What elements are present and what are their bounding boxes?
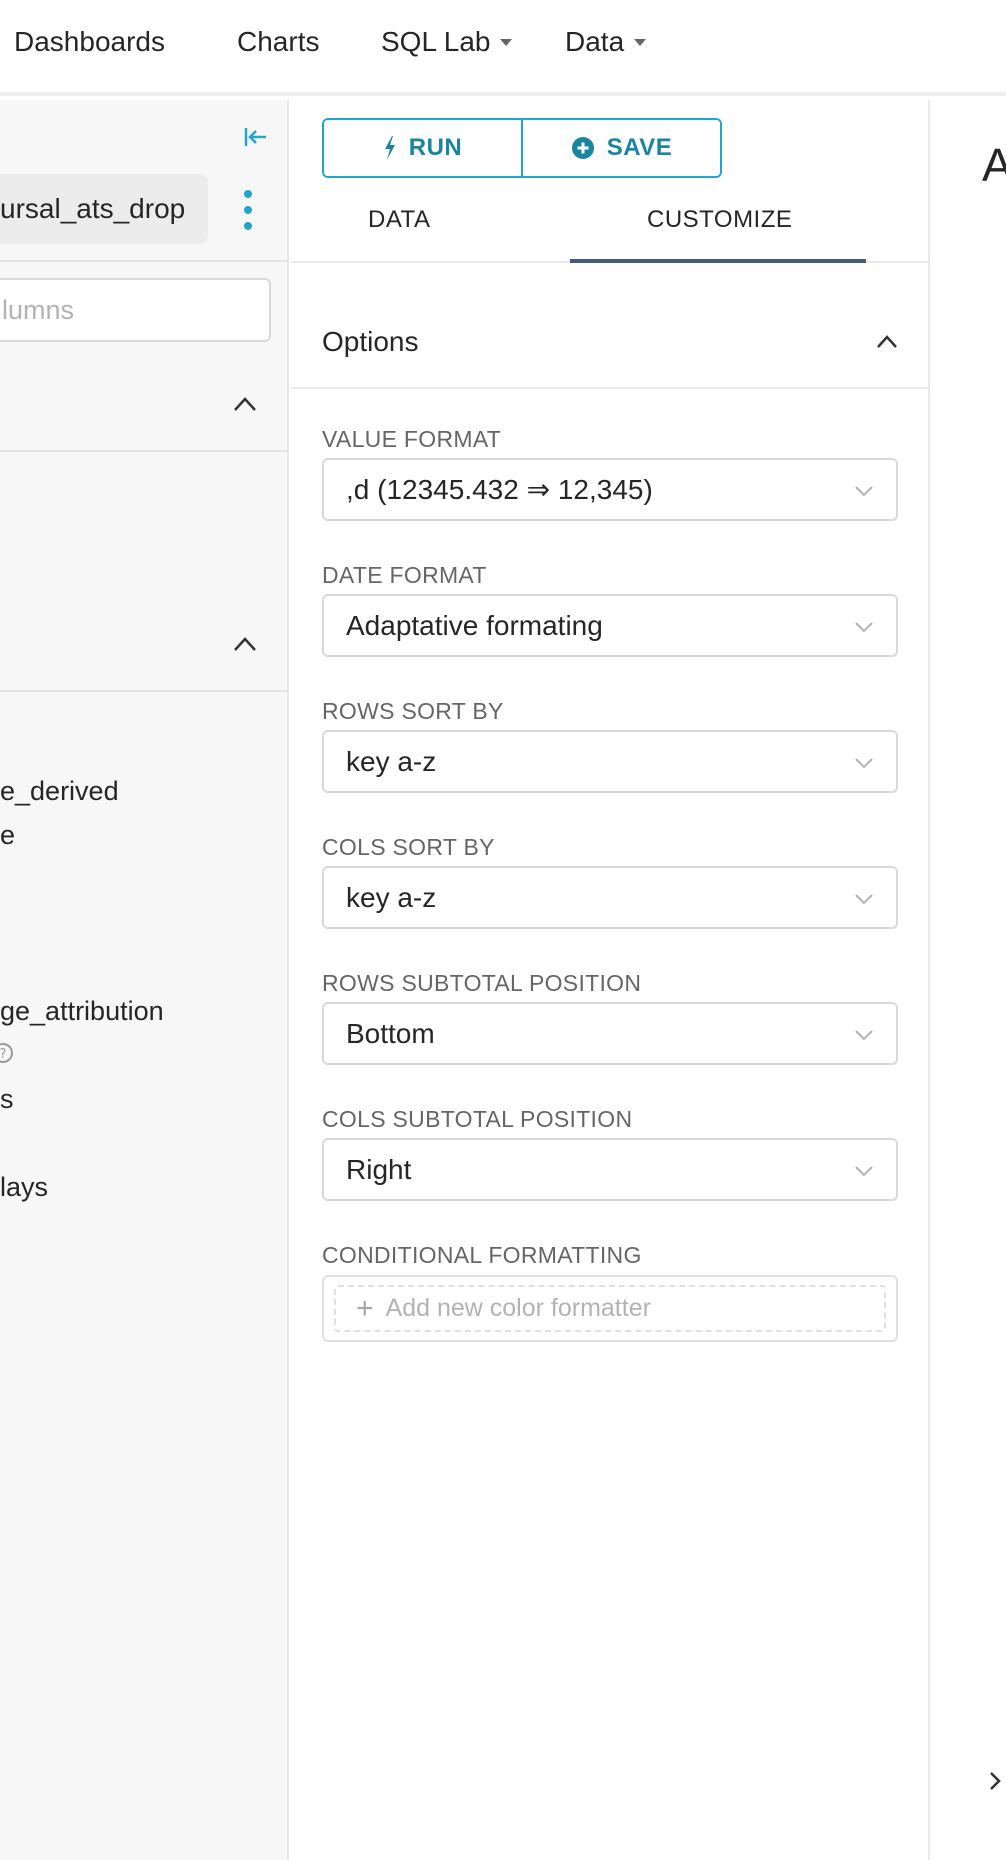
info-icon[interactable]: ? (0, 1042, 14, 1064)
options-section-title[interactable]: Options (322, 326, 419, 358)
rows-subtotal-position-value: Bottom (346, 1017, 435, 1049)
nav-sql-lab[interactable]: SQL Lab (381, 26, 513, 58)
nav-dashboards-label: Dashboards (14, 26, 165, 57)
date-format-value: Adaptative formating (346, 609, 603, 641)
tab-data-label: DATA (368, 206, 431, 233)
cols-sort-by-select[interactable]: key a-z (322, 866, 898, 929)
add-color-formatter-label: Add new color formatter (385, 1294, 651, 1322)
rows-subtotal-position-label: ROWS SUBTOTAL POSITION (322, 970, 642, 996)
svg-text:?: ? (0, 1047, 6, 1062)
rows-subtotal-position-select[interactable]: Bottom (322, 1002, 898, 1065)
rows-sort-by-value: key a-z (346, 745, 437, 777)
chevron-up-icon[interactable] (875, 334, 899, 350)
save-button-label: SAVE (606, 134, 673, 161)
chevron-down-icon (855, 1030, 873, 1041)
value-format-label: VALUE FORMAT (322, 426, 502, 452)
column-item[interactable]: lays (0, 1172, 48, 1203)
caret-down-icon (634, 38, 647, 46)
column-item[interactable]: e_derived (0, 776, 119, 807)
cols-subtotal-position-value: Right (346, 1153, 412, 1185)
chart-area (932, 100, 1006, 1860)
plus-circle-icon (571, 137, 594, 159)
value-format-select[interactable]: ,d (12345.432 ⇒ 12,345) (322, 458, 898, 521)
chevron-down-icon (855, 486, 873, 497)
value-format-value: ,d (12345.432 ⇒ 12,345) (346, 474, 653, 505)
nav-sql-lab-label: SQL Lab (381, 26, 491, 57)
rows-sort-by-label: ROWS SORT BY (322, 698, 504, 724)
cols-sort-by-value: key a-z (346, 881, 437, 913)
chevron-down-icon (855, 622, 873, 633)
more-options-icon[interactable] (240, 188, 256, 232)
dataset-name-chip[interactable]: ursal_ats_drop (0, 174, 208, 244)
bolt-icon (384, 136, 395, 160)
left-divider (0, 260, 289, 262)
caret-down-icon (500, 38, 513, 46)
column-item[interactable]: e (0, 820, 15, 851)
nav-dashboards[interactable]: Dashboards (14, 26, 165, 58)
cols-sort-by-label: COLS SORT BY (322, 834, 495, 860)
chevron-up-icon[interactable] (232, 635, 258, 653)
dataset-name: ursal_ats_drop (0, 193, 186, 224)
columns-search-input[interactable]: lumns (0, 278, 271, 342)
run-button[interactable]: RUN (324, 120, 521, 176)
tab-customize-label: CUSTOMIZE (647, 206, 793, 233)
date-format-label: DATE FORMAT (322, 562, 487, 588)
tab-customize[interactable]: CUSTOMIZE (647, 206, 792, 234)
active-tab-indicator (570, 259, 866, 263)
chart-title: A (982, 139, 1006, 191)
cols-subtotal-position-select[interactable]: Right (322, 1138, 898, 1201)
chevron-up-icon[interactable] (232, 395, 258, 413)
left-divider (0, 690, 289, 692)
save-button[interactable]: SAVE (521, 120, 720, 176)
chevron-down-icon (855, 1166, 873, 1177)
date-format-select[interactable]: Adaptative formating (322, 594, 898, 657)
chevron-down-icon (855, 758, 873, 769)
chevron-right-icon[interactable] (988, 1770, 1002, 1792)
column-item[interactable]: ge_attribution (0, 996, 164, 1027)
nav-data[interactable]: Data (565, 26, 647, 58)
add-color-formatter-button[interactable]: + Add new color formatter (334, 1285, 886, 1332)
nav-charts[interactable]: Charts (237, 26, 319, 58)
conditional-formatting-box: + Add new color formatter (322, 1275, 898, 1342)
left-divider (0, 450, 289, 452)
conditional-formatting-label: CONDITIONAL FORMATTING (322, 1242, 642, 1268)
column-item[interactable]: s (0, 1084, 14, 1115)
columns-search-placeholder: lumns (2, 294, 75, 325)
rows-sort-by-select[interactable]: key a-z (322, 730, 898, 793)
top-navigation: Dashboards Charts SQL Lab Data (0, 0, 1006, 96)
nav-charts-label: Charts (237, 26, 320, 57)
datasource-panel (0, 100, 289, 1860)
collapse-panel-icon[interactable] (240, 122, 270, 152)
nav-data-label: Data (565, 26, 625, 57)
run-save-button-group: RUN SAVE (322, 118, 722, 178)
tab-data[interactable]: DATA (368, 206, 430, 234)
run-button-label: RUN (408, 134, 463, 161)
plus-icon: + (356, 1291, 374, 1325)
cols-subtotal-position-label: COLS SUBTOTAL POSITION (322, 1106, 633, 1132)
chevron-down-icon (855, 894, 873, 905)
options-divider (291, 387, 930, 389)
